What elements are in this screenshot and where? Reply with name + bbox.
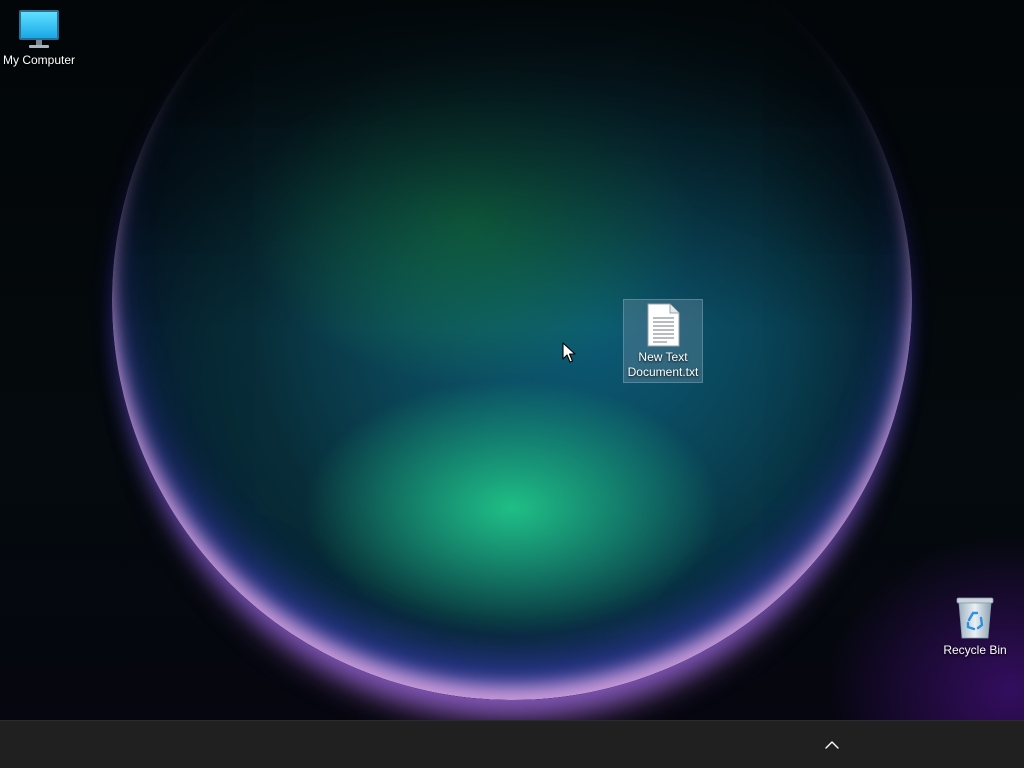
desktop-icon-label: My Computer <box>2 53 76 67</box>
desktop-icon-label: New Text Document.txt <box>627 350 699 379</box>
recycle-bin-icon <box>956 597 994 639</box>
desktop-icon-label: Recycle Bin <box>943 643 1007 657</box>
desktop-icon-recycle-bin[interactable]: Recycle Bin <box>936 596 1014 658</box>
show-hidden-icons-button[interactable] <box>818 733 846 757</box>
taskbar <box>0 720 1024 768</box>
monitor-icon <box>19 10 59 48</box>
desktop-icon-new-text-document[interactable]: New Text Document.txt <box>623 299 703 383</box>
desktop[interactable]: My Computer New Text Document.txt Recycl… <box>0 0 1024 768</box>
desktop-icon-my-computer[interactable]: My Computer <box>0 8 78 68</box>
chevron-up-icon <box>825 741 839 749</box>
text-document-icon <box>647 303 680 347</box>
mouse-cursor-icon <box>562 342 576 363</box>
